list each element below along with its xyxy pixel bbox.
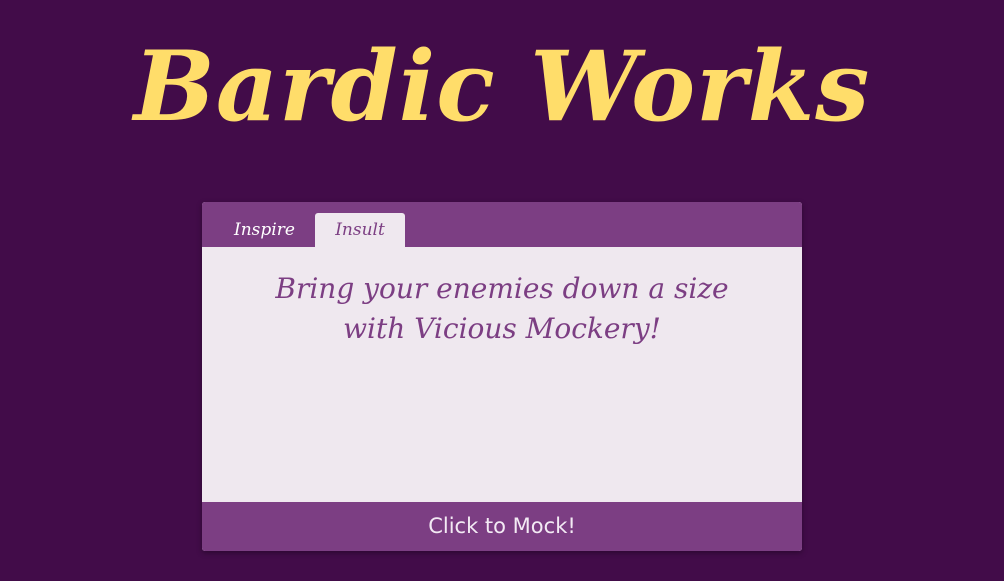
tab-content-panel: Bring your enemies down a size with Vici… bbox=[202, 247, 802, 502]
insult-message: Bring your enemies down a size with Vici… bbox=[275, 272, 729, 345]
mock-button[interactable]: Click to Mock! bbox=[202, 502, 802, 551]
tab-bar: Inspire Insult bbox=[202, 202, 802, 247]
tab-inspire[interactable]: Inspire bbox=[216, 213, 313, 247]
app-title: Bardic Works bbox=[133, 30, 871, 143]
tab-insult[interactable]: Insult bbox=[315, 213, 405, 247]
mockery-card: Inspire Insult Bring your enemies down a… bbox=[202, 202, 802, 551]
